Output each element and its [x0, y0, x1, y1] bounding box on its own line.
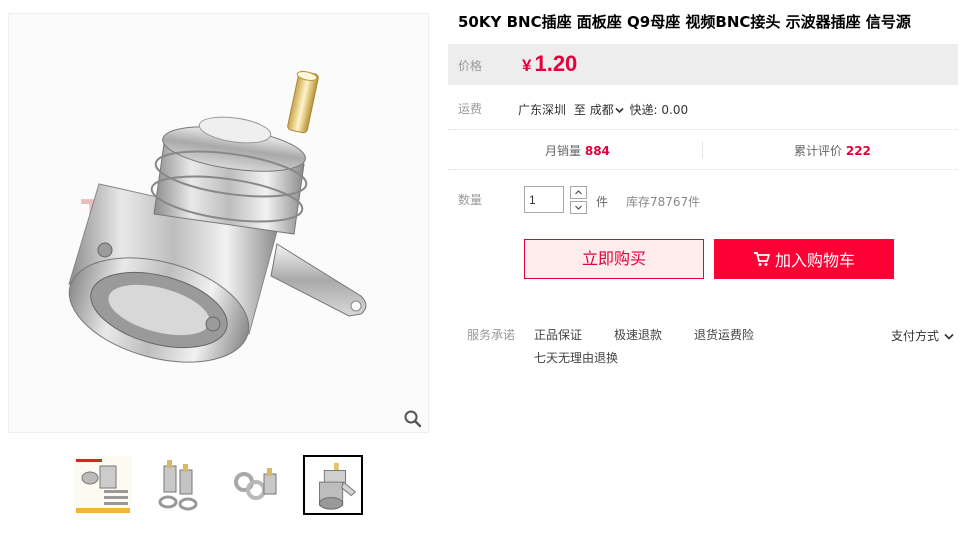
shipping-label: 运费 [458, 102, 483, 116]
reviews-label: 累计评价 [794, 144, 843, 158]
stats-bar [448, 129, 958, 170]
price-label: 价格 [458, 59, 483, 73]
express-fee: 快递: 0.00 [629, 103, 689, 117]
quantity-input[interactable] [524, 186, 564, 213]
thumb-connectors-side [158, 460, 198, 511]
stats-divider [702, 141, 703, 158]
ship-from: 广东深圳 [518, 103, 567, 117]
payment-method-dropdown[interactable]: 支付方式 [891, 327, 954, 344]
quantity-unit: 件 [596, 195, 609, 209]
price-amount: 1.20 [534, 51, 578, 76]
bnc-connector-photo: T | 杰瀚 营店 HTTPS://JIEY ALL.COM [68, 70, 367, 363]
currency-symbol: ¥ [522, 56, 532, 75]
thumb-connectors-washers [234, 468, 277, 500]
product-title: 50KY BNC插座 面板座 Q9母座 视频BNC接头 示波器插座 信号源 [458, 13, 911, 31]
stock-count: 库存78767件 [626, 195, 701, 209]
service-fast-refund[interactable]: 极速退款 [614, 326, 662, 343]
service-promise-label: 服务承诺 [467, 328, 516, 342]
thumbnail-4[interactable] [303, 455, 363, 515]
sales-label: 月销量 [545, 144, 582, 158]
sales-value: 884 [584, 144, 610, 158]
ship-city-select[interactable]: 成都 [590, 103, 624, 117]
add-to-cart-label: 加入购物车 [774, 251, 855, 270]
chevron-down-icon [575, 205, 582, 210]
payment-method-label: 支付方式 [891, 329, 940, 343]
service-seven-day-return[interactable]: 七天无理由退换 [534, 349, 618, 366]
thumb-connector-single [319, 462, 356, 510]
chevron-down-icon [944, 333, 954, 340]
thumbnail-1[interactable] [73, 455, 133, 515]
thumbnail-2[interactable] [149, 455, 209, 515]
thumbnail-3[interactable] [227, 455, 287, 515]
shipping-info: 广东深圳 至 成都 快递: 0.00 [518, 101, 688, 118]
chevron-up-icon [575, 190, 582, 195]
buy-now-button[interactable]: 立即购买 [524, 239, 704, 279]
ship-to-prefix: 至 [573, 103, 586, 117]
chevron-down-icon [615, 107, 624, 114]
price-value: ¥1.20 [522, 51, 577, 77]
main-product-image[interactable]: T | 杰瀚 营店 HTTPS://JIEY ALL.COM [8, 13, 429, 433]
quantity-increase-button[interactable] [570, 186, 587, 199]
add-to-cart-button[interactable]: 加入购物车 [714, 239, 894, 279]
thumb-product-package [74, 456, 132, 514]
total-reviews-link[interactable]: 累计评价 222 [794, 142, 871, 159]
quantity-decrease-button[interactable] [570, 201, 587, 214]
magnifier-icon [404, 410, 422, 428]
cart-icon [753, 252, 770, 266]
service-genuine[interactable]: 正品保证 [534, 326, 582, 343]
reviews-value: 222 [845, 144, 871, 158]
zoom-button[interactable] [403, 409, 423, 429]
service-return-shipping-insurance[interactable]: 退货运费险 [694, 326, 754, 343]
quantity-label: 数量 [458, 193, 483, 207]
ship-city: 成都 [589, 103, 614, 117]
monthly-sales: 月销量 884 [545, 142, 610, 159]
